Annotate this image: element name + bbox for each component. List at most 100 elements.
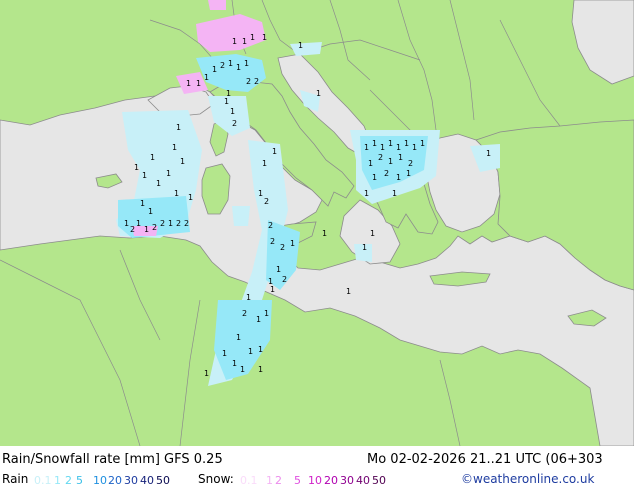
svg-text:2: 2 bbox=[264, 197, 269, 206]
svg-text:1: 1 bbox=[212, 65, 217, 74]
svg-text:1: 1 bbox=[204, 73, 209, 82]
svg-text:2: 2 bbox=[220, 61, 225, 70]
map-title: Rain/Snowfall rate [mm] GFS 0.25 bbox=[2, 452, 223, 467]
svg-text:1: 1 bbox=[144, 225, 149, 234]
svg-text:1: 1 bbox=[398, 153, 403, 162]
svg-text:2: 2 bbox=[280, 243, 285, 252]
svg-text:1: 1 bbox=[272, 147, 277, 156]
svg-text:1: 1 bbox=[232, 359, 237, 368]
svg-text:1: 1 bbox=[142, 171, 147, 180]
rain-scale-value: 2 bbox=[65, 474, 72, 487]
svg-text:1: 1 bbox=[264, 309, 269, 318]
svg-text:1: 1 bbox=[258, 189, 263, 198]
svg-text:2: 2 bbox=[408, 159, 413, 168]
svg-text:1: 1 bbox=[362, 243, 367, 252]
svg-text:1: 1 bbox=[232, 37, 237, 46]
svg-text:1: 1 bbox=[388, 139, 393, 148]
rain-patch bbox=[232, 206, 250, 226]
rain-scale-value: 1 bbox=[54, 474, 61, 487]
svg-text:1: 1 bbox=[268, 277, 273, 286]
svg-text:2: 2 bbox=[282, 275, 287, 284]
svg-text:1: 1 bbox=[188, 193, 193, 202]
svg-text:1: 1 bbox=[150, 153, 155, 162]
svg-text:1: 1 bbox=[388, 157, 393, 166]
svg-text:1: 1 bbox=[156, 179, 161, 188]
svg-text:2: 2 bbox=[384, 169, 389, 178]
svg-text:1: 1 bbox=[276, 265, 281, 274]
svg-text:1: 1 bbox=[166, 169, 171, 178]
svg-text:1: 1 bbox=[258, 345, 263, 354]
svg-text:1: 1 bbox=[228, 59, 233, 68]
svg-text:1: 1 bbox=[258, 365, 263, 374]
svg-text:1: 1 bbox=[244, 59, 249, 68]
forecast-datetime: Mo 02-02-2026 21..21 UTC (06+303 bbox=[367, 452, 603, 467]
svg-text:1: 1 bbox=[168, 219, 173, 228]
svg-text:1: 1 bbox=[372, 173, 377, 182]
svg-text:1: 1 bbox=[372, 139, 377, 148]
svg-text:1: 1 bbox=[236, 333, 241, 342]
svg-text:1: 1 bbox=[134, 163, 139, 172]
svg-text:1: 1 bbox=[370, 229, 375, 238]
snow-scale-value: 30 bbox=[340, 474, 354, 487]
svg-text:1: 1 bbox=[364, 143, 369, 152]
svg-text:1: 1 bbox=[230, 107, 235, 116]
rain-scale-value: 0.1 bbox=[34, 474, 52, 487]
svg-text:1: 1 bbox=[246, 293, 251, 302]
snow-scale-value: 40 bbox=[356, 474, 370, 487]
svg-text:1: 1 bbox=[298, 41, 303, 50]
snow-scale-value: 5 bbox=[294, 474, 301, 487]
svg-text:1: 1 bbox=[486, 149, 491, 158]
rain-scale-value: 10 bbox=[93, 474, 107, 487]
credit-text: ©weatheronline.co.uk bbox=[461, 472, 595, 486]
svg-text:2: 2 bbox=[184, 219, 189, 228]
svg-text:1: 1 bbox=[180, 157, 185, 166]
svg-text:1: 1 bbox=[262, 159, 267, 168]
snow-patch bbox=[208, 0, 226, 10]
svg-text:1: 1 bbox=[262, 33, 267, 42]
svg-text:1: 1 bbox=[404, 139, 409, 148]
svg-text:1: 1 bbox=[420, 139, 425, 148]
svg-text:2: 2 bbox=[130, 225, 135, 234]
svg-text:1: 1 bbox=[222, 349, 227, 358]
snow-scale-value: 50 bbox=[372, 474, 386, 487]
svg-text:2: 2 bbox=[176, 219, 181, 228]
svg-text:1: 1 bbox=[240, 365, 245, 374]
svg-text:1: 1 bbox=[322, 229, 327, 238]
svg-text:1: 1 bbox=[174, 189, 179, 198]
svg-text:2: 2 bbox=[254, 77, 259, 86]
svg-text:1: 1 bbox=[256, 315, 261, 324]
svg-text:1: 1 bbox=[316, 89, 321, 98]
rain-scale-value: 40 bbox=[140, 474, 154, 487]
svg-text:1: 1 bbox=[396, 143, 401, 152]
snow-scale-value: 10 bbox=[308, 474, 322, 487]
svg-text:1: 1 bbox=[176, 123, 181, 132]
svg-text:1: 1 bbox=[392, 189, 397, 198]
snow-scale-value: 0.1 bbox=[240, 474, 258, 487]
svg-text:2: 2 bbox=[268, 221, 273, 230]
snow-scale-value: 20 bbox=[324, 474, 338, 487]
svg-text:1: 1 bbox=[196, 79, 201, 88]
svg-text:1: 1 bbox=[412, 143, 417, 152]
svg-text:1: 1 bbox=[148, 207, 153, 216]
svg-text:1: 1 bbox=[248, 347, 253, 356]
svg-text:1: 1 bbox=[224, 97, 229, 106]
svg-text:1: 1 bbox=[226, 89, 231, 98]
svg-text:2: 2 bbox=[246, 77, 251, 86]
svg-text:1: 1 bbox=[172, 143, 177, 152]
rain-scale-value: 30 bbox=[124, 474, 138, 487]
svg-text:1: 1 bbox=[380, 143, 385, 152]
rain-scale-value: 5 bbox=[76, 474, 83, 487]
svg-text:1: 1 bbox=[236, 63, 241, 72]
svg-text:1: 1 bbox=[346, 287, 351, 296]
rain-scale-value: 50 bbox=[156, 474, 170, 487]
svg-text:2: 2 bbox=[232, 119, 237, 128]
rain-scale-value: 20 bbox=[108, 474, 122, 487]
svg-text:2: 2 bbox=[378, 153, 383, 162]
snow-legend-label: Snow: bbox=[198, 472, 234, 486]
svg-text:1: 1 bbox=[124, 219, 129, 228]
svg-text:1: 1 bbox=[204, 369, 209, 378]
svg-text:1: 1 bbox=[242, 37, 247, 46]
svg-text:1: 1 bbox=[270, 285, 275, 294]
svg-text:2: 2 bbox=[160, 219, 165, 228]
svg-text:1: 1 bbox=[136, 219, 141, 228]
